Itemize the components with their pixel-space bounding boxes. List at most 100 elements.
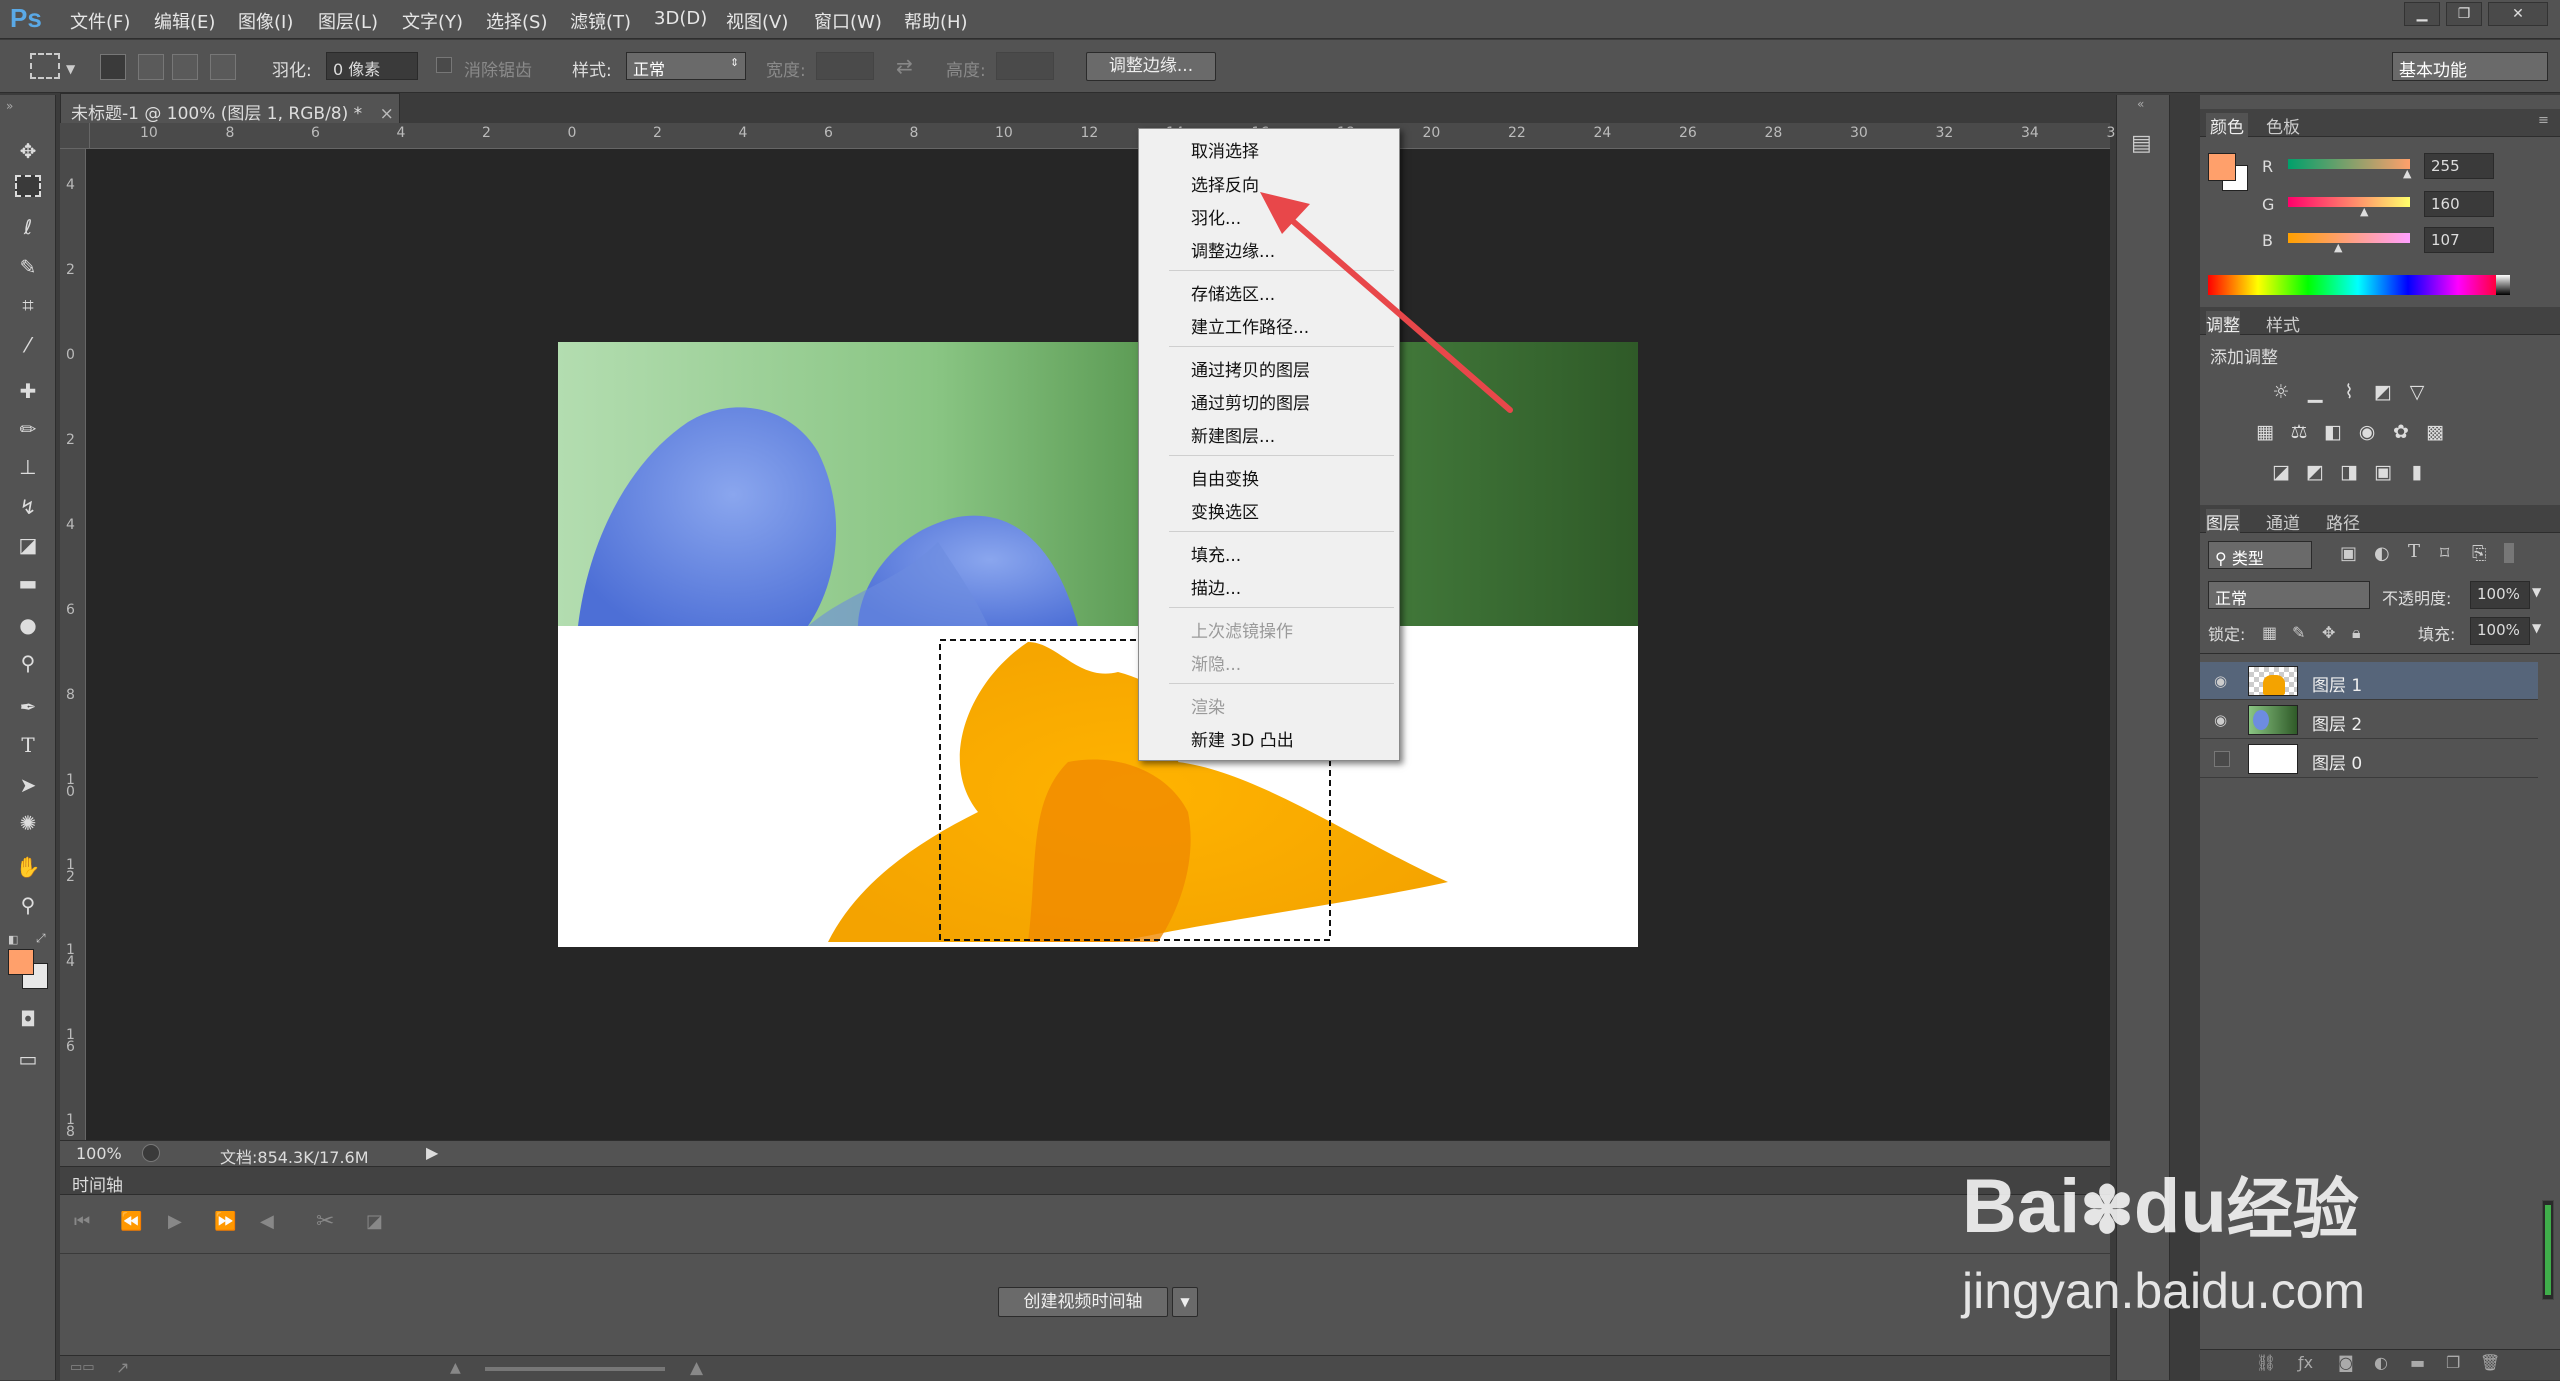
minimize-button[interactable]: ▁ [2404,2,2440,26]
custom-shape-tool-icon[interactable]: ✺ [14,809,42,837]
menu-filter[interactable]: 滤镜(T) [570,8,631,34]
zoom-in-icon[interactable]: ▲ [690,1358,703,1378]
lock-paint-icon[interactable]: ✎ [2292,623,2305,642]
frame-mode-icon[interactable]: ▭▭ [70,1360,95,1375]
eye-icon[interactable]: ◉ [2214,711,2227,729]
status-menu-arrow-icon[interactable]: ▶ [426,1143,438,1162]
timeline-dropdown-icon[interactable]: ▼ [1172,1287,1198,1317]
hue-sat-icon[interactable]: ▦ [2252,419,2278,445]
filter-smart-icon[interactable]: ⎘ [2472,543,2486,564]
history-panel-icon[interactable]: ▤ [2131,131,2152,156]
channel-r-slider[interactable] [2288,159,2410,169]
invert-icon[interactable]: ◪ [2268,459,2294,485]
filter-toggle[interactable] [2504,543,2514,563]
color-fg-swatch[interactable] [2208,153,2236,181]
tab-color[interactable]: 颜色 [2206,113,2248,138]
collapse-arrows-icon[interactable]: » [6,99,13,113]
swap-colors-icon[interactable]: ⤢ [36,931,46,946]
fill-input[interactable]: 100% [2470,617,2530,645]
foreground-color-swatch[interactable] [8,949,34,975]
panel-scrollbar[interactable] [2542,1200,2554,1300]
brightness-icon[interactable]: ☼ [2268,379,2294,405]
document-tab[interactable]: 未标题-1 @ 100% (图层 1, RGB/8) * × [60,93,400,124]
menu-edit[interactable]: 编辑(E) [154,8,215,34]
quick-mask-icon[interactable]: ◘ [14,1005,42,1033]
subtract-selection-icon[interactable] [172,54,198,80]
stamp-tool-icon[interactable]: ⊥ [14,453,42,481]
tab-close-icon[interactable]: × [380,104,394,124]
workspace-select[interactable]: 基本功能 [2392,52,2548,81]
menu-view[interactable]: 视图(V) [726,8,788,34]
gradient-map-icon[interactable]: ▮ [2404,459,2430,485]
eyedropper-tool-icon[interactable]: ⁄ [14,331,42,359]
channel-b-slider[interactable] [2288,233,2410,243]
first-frame-icon[interactable]: ⏮ [74,1211,90,1232]
opacity-input[interactable]: 100% [2470,581,2530,609]
threshold-icon[interactable]: ◨ [2336,459,2362,485]
next-frame-icon[interactable]: ⏩ [214,1211,236,1232]
eraser-tool-icon[interactable]: ◪ [14,531,42,559]
path-select-tool-icon[interactable]: ➤ [14,771,42,799]
document-canvas[interactable] [558,342,1638,947]
prev-frame-icon[interactable]: ⏪ [120,1211,142,1232]
refine-edge-button[interactable]: 调整边缘... [1086,52,1216,81]
slider-b-thumb-icon[interactable]: ▲ [2334,241,2342,254]
tab-adjustments[interactable]: 调整 [2206,311,2240,336]
ctx-fill[interactable]: 填充... [1191,541,1241,566]
crop-tool-icon[interactable]: ⌗ [14,291,42,319]
menu-help[interactable]: 帮助(H) [904,8,968,34]
black-white-icon[interactable]: ◧ [2320,419,2346,445]
levels-icon[interactable]: ▁ [2302,379,2328,405]
close-window-button[interactable]: ✕ [2488,2,2548,26]
ctx-new-3d-extrusion[interactable]: 新建 3D 凸出 [1191,726,1294,751]
zoom-level[interactable]: 100% [76,1144,122,1163]
render-arrow-icon[interactable]: ↗ [116,1358,129,1377]
layer-row-0[interactable]: 图层 0 [2200,740,2538,778]
brush-tool-icon[interactable]: ✏ [14,415,42,443]
menu-type[interactable]: 文字(Y) [402,8,463,34]
lock-all-icon[interactable]: 🔒︎ [2352,623,2361,643]
filter-pixel-icon[interactable]: ▣ [2340,543,2357,564]
link-layers-icon[interactable]: ⛓ [2256,1353,2276,1372]
layer-name[interactable]: 图层 2 [2312,710,2362,735]
gradient-tool-icon[interactable]: ▬ [14,569,42,597]
new-group-icon[interactable]: ▬ [2410,1353,2425,1372]
hand-tool-icon[interactable]: ✋ [14,853,42,881]
fx-icon[interactable]: ƒx [2298,1353,2313,1372]
scissors-icon[interactable]: ✂ [316,1209,334,1234]
vibrance-icon[interactable]: ▽ [2404,379,2430,405]
transition-icon[interactable]: ◪ [366,1211,383,1232]
menu-file[interactable]: 文件(F) [70,8,130,34]
pen-tool-icon[interactable]: ✒ [14,693,42,721]
slider-g-thumb-icon[interactable]: ▲ [2360,205,2368,218]
color-balance-icon[interactable]: ⚖ [2286,419,2312,445]
healing-brush-tool-icon[interactable]: ✚ [14,377,42,405]
layer-filter-select[interactable]: ⚲ 类型 [2208,541,2312,569]
tab-channels[interactable]: 通道 [2266,509,2300,534]
channel-g-input[interactable]: 160 [2424,191,2494,217]
selective-color-icon[interactable]: ▣ [2370,459,2396,485]
timeline-title[interactable]: 时间轴 [72,1171,123,1196]
menu-select[interactable]: 选择(S) [486,8,547,34]
restore-button[interactable]: ❐ [2446,2,2482,26]
add-mask-icon[interactable]: ◙ [2338,1353,2354,1372]
new-layer-icon[interactable]: ❐ [2446,1353,2460,1372]
tab-paths[interactable]: 路径 [2326,509,2360,534]
lock-move-icon[interactable]: ✥ [2322,623,2335,642]
blend-mode-select[interactable]: 正常 [2208,581,2370,609]
chevron-down-icon[interactable]: ▼ [66,62,75,76]
filter-type-icon[interactable]: T [2408,541,2420,562]
curves-icon[interactable]: ⌇ [2336,379,2362,405]
ctx-stroke[interactable]: 描边... [1191,574,1241,599]
height-input[interactable] [996,52,1054,80]
lasso-tool-icon[interactable]: ℓ [14,213,42,241]
menu-image[interactable]: 图像(I) [238,8,293,34]
channel-r-input[interactable]: 255 [2424,153,2494,179]
zoom-out-icon[interactable]: ▲ [450,1360,461,1376]
screen-mode-icon[interactable]: ▭ [14,1045,42,1073]
type-tool-icon[interactable]: T [14,731,42,759]
menu-window[interactable]: 窗口(W) [814,8,882,34]
antialias-checkbox[interactable] [436,57,452,73]
opacity-dropdown-icon[interactable]: ▼ [2532,585,2541,599]
feather-input[interactable]: 0 像素 [326,52,418,80]
